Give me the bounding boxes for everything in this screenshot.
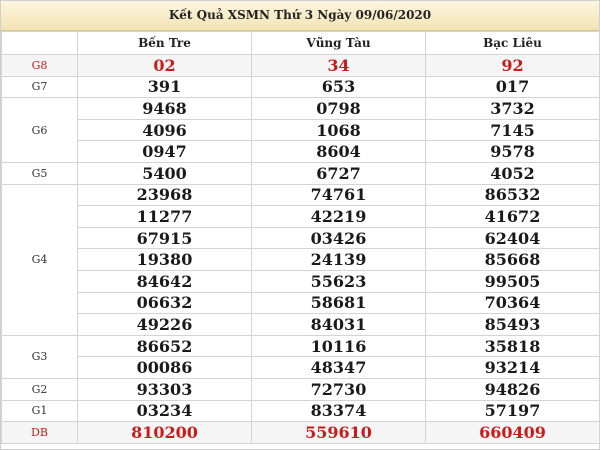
result-cell: 34 (251, 54, 426, 77)
results-frame: Kết Quả XSMN Thứ 3 Ngày 09/06/2020 Bến T… (0, 0, 600, 450)
result-cell: 6727 (251, 161, 426, 185)
result-cell: 4052 (425, 161, 600, 185)
result-cell: 93214 (425, 356, 600, 379)
result-cell: 55623 (251, 269, 426, 293)
prize-row-g4: G4 23968 74761 86532 (1, 183, 600, 336)
result-cell: 02 (77, 54, 252, 77)
result-cell: 74761 (251, 183, 426, 207)
prize-row-g6: G6 9468 0798 3732 (1, 97, 600, 163)
result-cell: 99505 (425, 269, 600, 293)
result-cell: 57197 (425, 399, 600, 423)
result-cell: 017 (425, 75, 600, 99)
prize-label-g7: G7 (1, 75, 78, 99)
province-header-vung-tau: Vũng Tàu (251, 31, 426, 55)
result-cell: 92 (425, 54, 600, 77)
prize-label-g8: G8 (1, 54, 78, 77)
result-cell: 35818 (425, 334, 600, 358)
result-cell: 5400 (77, 161, 252, 185)
result-cell: 84642 (77, 269, 252, 293)
jackpot-cell: 810200 (77, 421, 252, 444)
result-cell: 42219 (251, 205, 426, 228)
jackpot-cell: 660409 (425, 421, 600, 444)
province-header-bac-lieu: Bạc Liêu (425, 31, 600, 55)
result-cell: 23968 (77, 183, 252, 207)
result-cell: 62404 (425, 226, 600, 250)
result-cell: 70364 (425, 291, 600, 315)
result-cell: 00086 (77, 356, 252, 379)
result-cell: 49226 (77, 313, 252, 336)
result-cell: 0947 (77, 140, 252, 163)
result-cell: 0798 (251, 97, 426, 120)
prize-row-g4: 49226 84031 85493 (2, 313, 600, 336)
prize-row-g5: G5 5400 6727 4052 (1, 161, 600, 185)
prize-row-g4: 67915 03426 62404 (2, 226, 600, 250)
prize-label-g3: G3 (1, 334, 78, 379)
prize-row-g2: G2 93303 72730 94826 (1, 377, 600, 401)
prize-row-g1: G1 03234 83374 57197 (1, 399, 600, 423)
prize-row-g3: 00086 48347 93214 (2, 356, 600, 379)
result-cell: 10116 (251, 334, 426, 358)
result-cell: 9578 (425, 140, 600, 163)
result-cell: 03234 (77, 399, 252, 423)
prize-row-db: DB 810200 559610 660409 (1, 421, 600, 444)
result-cell: 7145 (425, 118, 600, 142)
result-cell: 1068 (251, 118, 426, 142)
result-cell: 4096 (77, 118, 252, 142)
result-cell: 653 (251, 75, 426, 99)
result-cell: 9468 (77, 97, 252, 120)
prize-row-g6: 0947 8604 9578 (2, 140, 600, 163)
result-cell: 85493 (425, 313, 600, 336)
prize-row-g4: 19380 24139 85668 (2, 248, 600, 271)
result-cell: 24139 (251, 248, 426, 271)
prize-label-g4: G4 (1, 183, 78, 336)
prize-row-g4: 84642 55623 99505 (2, 269, 600, 293)
result-cell: 48347 (251, 356, 426, 379)
result-cell: 84031 (251, 313, 426, 336)
prize-row-g3: G3 86652 10116 35818 (1, 334, 600, 379)
jackpot-cell: 559610 (251, 421, 426, 444)
prize-row-g6: 4096 1068 7145 (2, 118, 600, 142)
result-cell: 391 (77, 75, 252, 99)
results-table: Bến Tre Vũng Tàu Bạc Liêu G8 02 34 92 G7… (1, 31, 600, 444)
prize-label-g6: G6 (1, 97, 78, 163)
result-cell: 41672 (425, 205, 600, 228)
result-cell: 86652 (77, 334, 252, 358)
result-cell: 83374 (251, 399, 426, 423)
results-title: Kết Quả XSMN Thứ 3 Ngày 09/06/2020 (1, 1, 599, 31)
result-cell: 72730 (251, 377, 426, 401)
result-cell: 3732 (425, 97, 600, 120)
header-row: Bến Tre Vũng Tàu Bạc Liêu (1, 31, 600, 55)
prize-row-g4: 11277 42219 41672 (2, 205, 600, 228)
result-cell: 94826 (425, 377, 600, 401)
result-cell: 58681 (251, 291, 426, 315)
prize-row-g4: 06632 58681 70364 (2, 291, 600, 315)
prize-label-g1: G1 (1, 399, 78, 423)
prize-row-g8: G8 02 34 92 (1, 54, 600, 77)
result-cell: 67915 (77, 226, 252, 250)
prize-label-g5: G5 (1, 161, 78, 185)
prize-label-db: DB (1, 421, 78, 444)
result-cell: 85668 (425, 248, 600, 271)
result-cell: 86532 (425, 183, 600, 207)
prize-label-g2: G2 (1, 377, 78, 401)
header-blank-cell (1, 31, 78, 55)
result-cell: 11277 (77, 205, 252, 228)
province-header-ben-tre: Bến Tre (77, 31, 252, 55)
result-cell: 8604 (251, 140, 426, 163)
prize-row-g7: G7 391 653 017 (1, 75, 600, 99)
result-cell: 03426 (251, 226, 426, 250)
result-cell: 06632 (77, 291, 252, 315)
result-cell: 93303 (77, 377, 252, 401)
result-cell: 19380 (77, 248, 252, 271)
